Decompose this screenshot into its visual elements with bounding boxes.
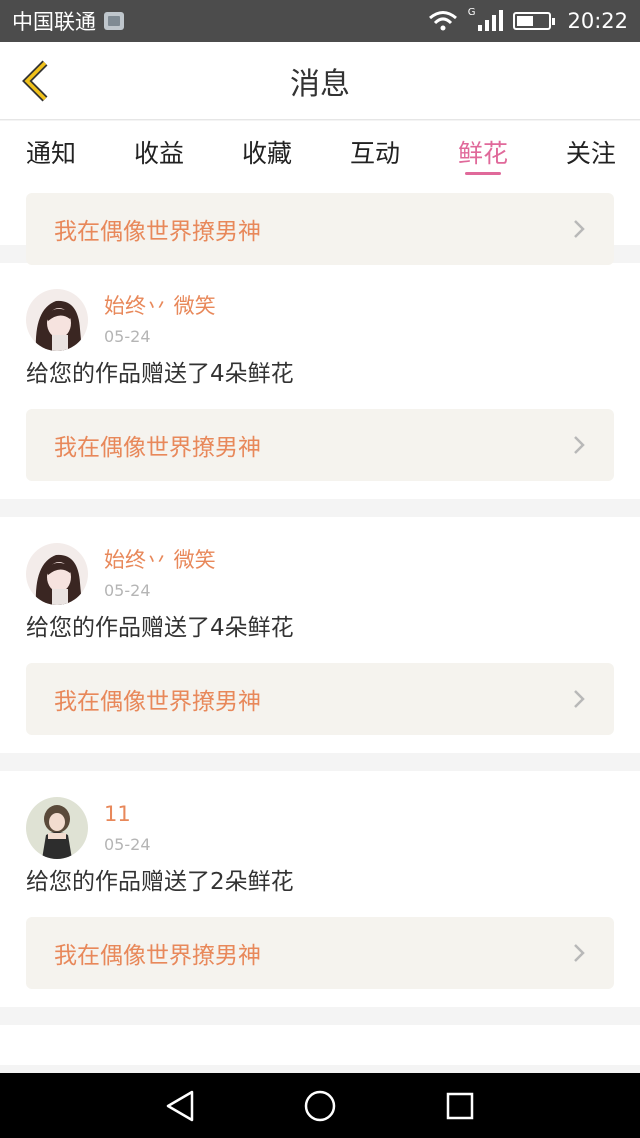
work-link[interactable]: 我在偶像世界撩男神 — [26, 917, 614, 989]
active-tab-indicator — [464, 172, 501, 175]
work-title: 我在偶像世界撩男神 — [54, 943, 261, 969]
message-text: 给您的作品赠送了4朵鲜花 — [26, 615, 294, 641]
item-meta: 11 05-24 — [104, 797, 151, 854]
message-text: 给您的作品赠送了4朵鲜花 — [26, 361, 294, 387]
tab-notifications[interactable]: 通知 — [26, 121, 76, 183]
date: 05-24 — [104, 835, 151, 854]
network-type: G — [467, 6, 476, 18]
avatar[interactable] — [26, 543, 88, 605]
tab-label: 收藏 — [241, 139, 292, 168]
back-nav-button[interactable] — [150, 1076, 210, 1136]
triangle-back-icon — [166, 1090, 194, 1121]
nav-header: 消息 — [0, 42, 640, 120]
work-link[interactable]: 我在偶像世界撩男神 — [26, 663, 614, 735]
chevron-left-icon — [22, 60, 48, 102]
tab-label: 收益 — [133, 139, 184, 168]
work-title: 我在偶像世界撩男神 — [54, 435, 261, 461]
page-title: 消息 — [290, 66, 350, 102]
chevron-right-icon — [572, 218, 586, 240]
message-text: 给您的作品赠送了2朵鲜花 — [26, 869, 294, 895]
user-name[interactable]: 始终丷 微笑 — [104, 547, 216, 573]
list-item — [0, 1025, 640, 1065]
recents-nav-button[interactable] — [430, 1076, 490, 1136]
divider — [0, 753, 640, 771]
work-title: 我在偶像世界撩男神 — [54, 689, 261, 715]
system-nav-bar — [0, 1073, 640, 1138]
chevron-right-icon — [572, 942, 586, 964]
circle-home-icon — [304, 1090, 336, 1121]
carrier-group: 中国联通 — [12, 6, 124, 36]
work-title: 我在偶像世界撩男神 — [54, 219, 261, 245]
wifi-icon — [428, 11, 457, 31]
divider — [0, 499, 640, 517]
item-header: 11 05-24 — [26, 771, 614, 859]
item-meta: 始终丷 微笑 05-24 — [104, 543, 216, 600]
tab-label: 通知 — [26, 139, 77, 168]
signal-icon — [478, 10, 504, 31]
tab-interactions[interactable]: 互动 — [350, 121, 400, 183]
home-nav-button[interactable] — [290, 1076, 350, 1136]
status-icons: G 20:22 — [428, 6, 628, 33]
item-meta: 始终丷 微笑 05-24 — [104, 289, 216, 346]
battery-icon — [513, 12, 556, 30]
status-bar: 中国联通 G 20:22 — [0, 0, 640, 42]
chevron-right-icon — [572, 688, 586, 710]
sim-icon — [104, 12, 124, 30]
item-spacer — [26, 735, 614, 753]
work-link[interactable]: 我在偶像世界撩男神 — [26, 193, 614, 265]
date: 05-24 — [104, 581, 151, 600]
list-item: 始终丷 微笑 05-24 给您的作品赠送了4朵鲜花 我在偶像世界撩男神 — [0, 517, 640, 753]
tab-earnings[interactable]: 收益 — [134, 121, 184, 183]
item-header: 始终丷 微笑 05-24 — [26, 263, 614, 351]
user-name[interactable]: 始终丷 微笑 — [104, 293, 216, 319]
avatar[interactable] — [26, 289, 88, 351]
tab-flowers[interactable]: 鲜花 — [458, 121, 508, 183]
avatar[interactable] — [26, 797, 88, 859]
tab-favorites[interactable]: 收藏 — [242, 121, 292, 183]
screen: 中国联通 G 20:22 消息 通知 收益 收藏 互动 鲜花 关注 我在偶像世界… — [0, 0, 640, 1138]
user-name[interactable]: 11 — [104, 801, 151, 827]
chevron-right-icon — [572, 434, 586, 456]
tab-follow[interactable]: 关注 — [566, 121, 616, 183]
date: 05-24 — [104, 327, 151, 346]
list-item: 我在偶像世界撩男神 — [0, 183, 640, 265]
divider — [0, 1007, 640, 1025]
item-spacer — [26, 481, 614, 499]
tab-bar: 通知 收益 收藏 互动 鲜花 关注 — [0, 121, 640, 183]
work-link[interactable]: 我在偶像世界撩男神 — [26, 409, 614, 481]
back-button[interactable] — [14, 56, 60, 106]
list-item: 始终丷 微笑 05-24 给您的作品赠送了4朵鲜花 我在偶像世界撩男神 — [0, 263, 640, 499]
square-recents-icon — [446, 1092, 474, 1119]
message-list[interactable]: 我在偶像世界撩男神 始终丷 微笑 05-24 给您的作品赠送了4朵鲜花 我在偶像… — [0, 183, 640, 1073]
item-header: 始终丷 微笑 05-24 — [26, 517, 614, 605]
item-spacer — [26, 989, 614, 1007]
tab-label: 鲜花 — [457, 139, 508, 168]
clock: 20:22 — [567, 9, 628, 33]
tab-label: 互动 — [349, 139, 400, 168]
list-item: 11 05-24 给您的作品赠送了2朵鲜花 我在偶像世界撩男神 — [0, 771, 640, 1007]
tab-label: 关注 — [565, 139, 616, 168]
carrier-name: 中国联通 — [12, 10, 96, 34]
